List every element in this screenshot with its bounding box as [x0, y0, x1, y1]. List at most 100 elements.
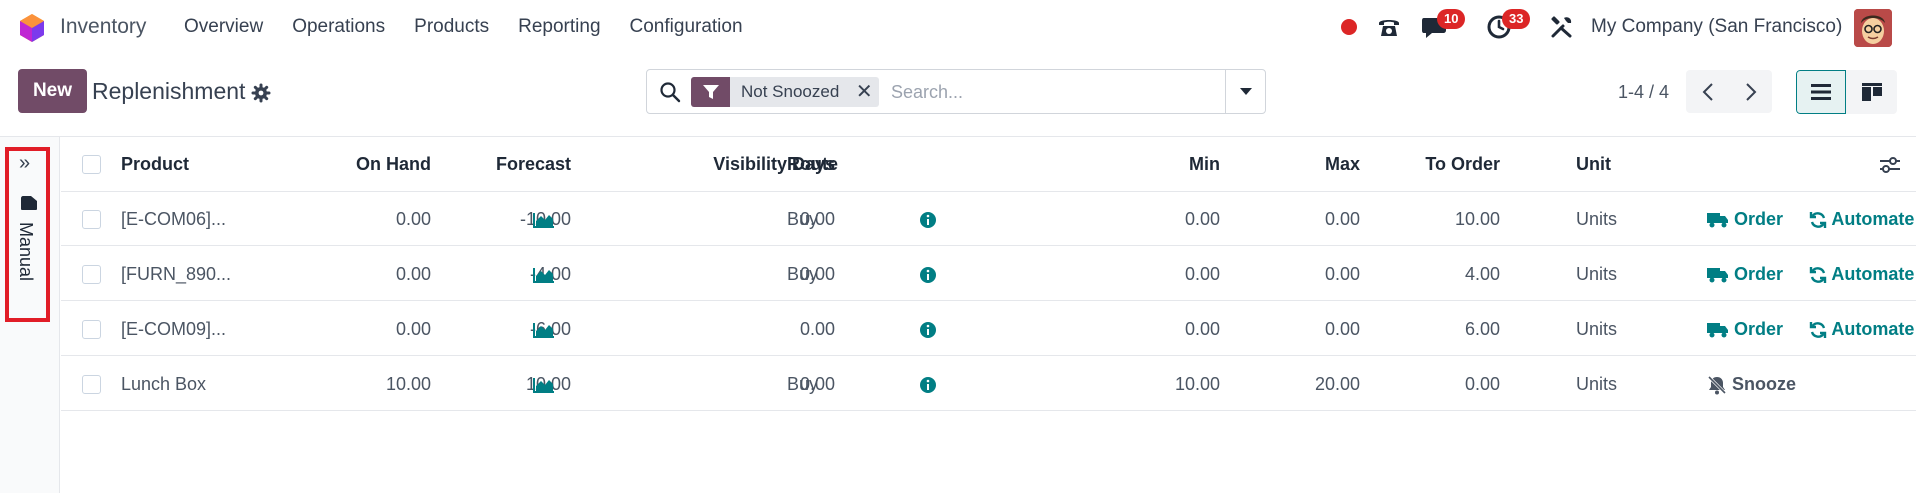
search-facet: Not Snoozed ✕ [691, 77, 880, 107]
row-checkbox[interactable] [82, 265, 101, 284]
inventory-app-icon[interactable] [16, 12, 48, 44]
forecast-graph-icon[interactable] [533, 192, 557, 246]
search-bar: Not Snoozed ✕ [646, 69, 1266, 114]
facet-label: Not Snoozed [741, 82, 840, 101]
chevron-left-icon [1702, 82, 1713, 101]
search-icon[interactable] [659, 81, 681, 103]
user-avatar[interactable] [1854, 9, 1892, 47]
unit-cell: Units [1576, 264, 1618, 284]
min-cell: 10.00 [1174, 374, 1220, 394]
gear-icon[interactable] [251, 83, 271, 103]
table-row[interactable]: [FURN_890... 0.00 -4.00 0.00 Buy 0.00 0.… [61, 247, 1916, 301]
max-cell: 0.00 [1324, 319, 1360, 339]
truck-icon [1707, 213, 1728, 228]
info-icon[interactable] [919, 247, 939, 301]
side-panel-label[interactable]: Manual [15, 222, 36, 281]
row-checkbox[interactable] [82, 320, 101, 339]
order-button[interactable]: Order [1707, 302, 1783, 356]
info-icon[interactable] [919, 192, 939, 246]
search-options-toggle[interactable] [1226, 70, 1266, 113]
col-forecast[interactable]: Forecast [441, 137, 571, 191]
on-hand-cell: 10.00 [385, 374, 431, 394]
expand-panel-icon[interactable]: » [19, 152, 30, 175]
table-row[interactable]: [E-COM09]... 0.00 -6.00 0.00 0.00 0.00 6… [61, 302, 1916, 356]
max-cell: 20.00 [1314, 374, 1360, 394]
new-button[interactable]: New [18, 69, 87, 113]
to-order-cell: 4.00 [1464, 264, 1500, 284]
max-cell: 0.00 [1324, 209, 1360, 229]
to-order-cell: 10.00 [1454, 209, 1500, 229]
select-all-checkbox[interactable] [82, 155, 101, 174]
unit-cell: Units [1576, 209, 1618, 229]
min-cell: 0.00 [1184, 209, 1220, 229]
col-on-hand[interactable]: On Hand [281, 137, 431, 191]
refresh-icon [1809, 267, 1827, 284]
max-cell: 0.00 [1324, 264, 1360, 284]
unit-cell: Units [1576, 319, 1618, 339]
app-name[interactable]: Inventory [60, 15, 146, 39]
col-min[interactable]: Min [1021, 137, 1220, 191]
col-unit[interactable]: Unit [1576, 137, 1611, 191]
row-checkbox[interactable] [82, 210, 101, 229]
on-hand-cell: 0.00 [395, 264, 431, 284]
status-dot-icon[interactable] [1341, 19, 1357, 35]
pager-buttons [1686, 70, 1772, 113]
automate-button[interactable]: Automate [1809, 192, 1914, 246]
product-cell[interactable]: [FURN_890... [121, 247, 231, 301]
col-to-order[interactable]: To Order [1361, 137, 1500, 191]
col-max[interactable]: Max [1221, 137, 1360, 191]
refresh-icon [1809, 322, 1827, 339]
main-menu: Overview Operations Products Reporting C… [184, 16, 772, 38]
caret-down-icon [1240, 87, 1252, 95]
order-button[interactable]: Order [1707, 247, 1783, 301]
menu-products[interactable]: Products [414, 16, 489, 38]
menu-reporting[interactable]: Reporting [518, 16, 600, 38]
table-header: Product On Hand Forecast Visibility Days… [61, 137, 1916, 192]
to-order-cell: 0.00 [1464, 374, 1500, 394]
search-input[interactable] [891, 78, 1231, 106]
info-icon[interactable] [919, 357, 939, 411]
to-order-cell: 6.00 [1464, 319, 1500, 339]
product-cell[interactable]: [E-COM06]... [121, 192, 226, 246]
min-cell: 0.00 [1184, 264, 1220, 284]
table-row[interactable]: [E-COM06]... 0.00 -10.00 0.00 Buy 0.00 0… [61, 192, 1916, 246]
company-switcher[interactable]: My Company (San Francisco) [1591, 16, 1842, 38]
visibility-days-cell: 0.00 [799, 319, 835, 339]
forecast-graph-icon[interactable] [533, 357, 557, 411]
forecast-graph-icon[interactable] [533, 247, 557, 301]
menu-overview[interactable]: Overview [184, 16, 263, 38]
menu-configuration[interactable]: Configuration [630, 16, 743, 38]
pager-value[interactable]: 1-4 / 4 [1618, 82, 1669, 103]
automate-button[interactable]: Automate [1809, 302, 1914, 356]
pager-next-button[interactable] [1729, 70, 1772, 113]
product-cell[interactable]: [E-COM09]... [121, 302, 226, 356]
col-route[interactable]: Route [787, 137, 838, 191]
page-title: Replenishment [92, 78, 246, 104]
table-row[interactable]: Lunch Box 10.00 10.00 0.00 Buy 10.00 20.… [61, 357, 1916, 411]
menu-operations[interactable]: Operations [292, 16, 385, 38]
row-checkbox[interactable] [82, 375, 101, 394]
replenishment-table: Product On Hand Forecast Visibility Days… [61, 137, 1916, 493]
col-product[interactable]: Product [121, 137, 189, 191]
refresh-icon [1809, 212, 1827, 229]
chevron-right-icon [1745, 82, 1756, 101]
order-button[interactable]: Order [1707, 192, 1783, 246]
info-icon[interactable] [919, 302, 939, 356]
truck-icon [1707, 268, 1728, 283]
forecast-graph-icon[interactable] [533, 302, 557, 356]
route-cell: Buy [787, 209, 819, 229]
filter-icon [691, 77, 730, 107]
list-view-button[interactable] [1796, 70, 1846, 114]
automate-button[interactable]: Automate [1809, 247, 1914, 301]
chat-count-badge: 10 [1437, 9, 1466, 29]
kanban-view-button[interactable] [1846, 70, 1897, 114]
optional-columns-icon[interactable] [1879, 137, 1903, 191]
facet-remove-icon[interactable]: ✕ [849, 77, 879, 107]
activity-count-badge: 33 [1502, 9, 1531, 29]
snooze-button[interactable]: Snooze [1707, 357, 1796, 411]
pager-previous-button[interactable] [1686, 70, 1729, 113]
debug-tools-icon[interactable] [1549, 14, 1575, 40]
min-cell: 0.00 [1184, 319, 1220, 339]
phone-icon[interactable] [1376, 14, 1402, 40]
product-cell[interactable]: Lunch Box [121, 357, 206, 411]
